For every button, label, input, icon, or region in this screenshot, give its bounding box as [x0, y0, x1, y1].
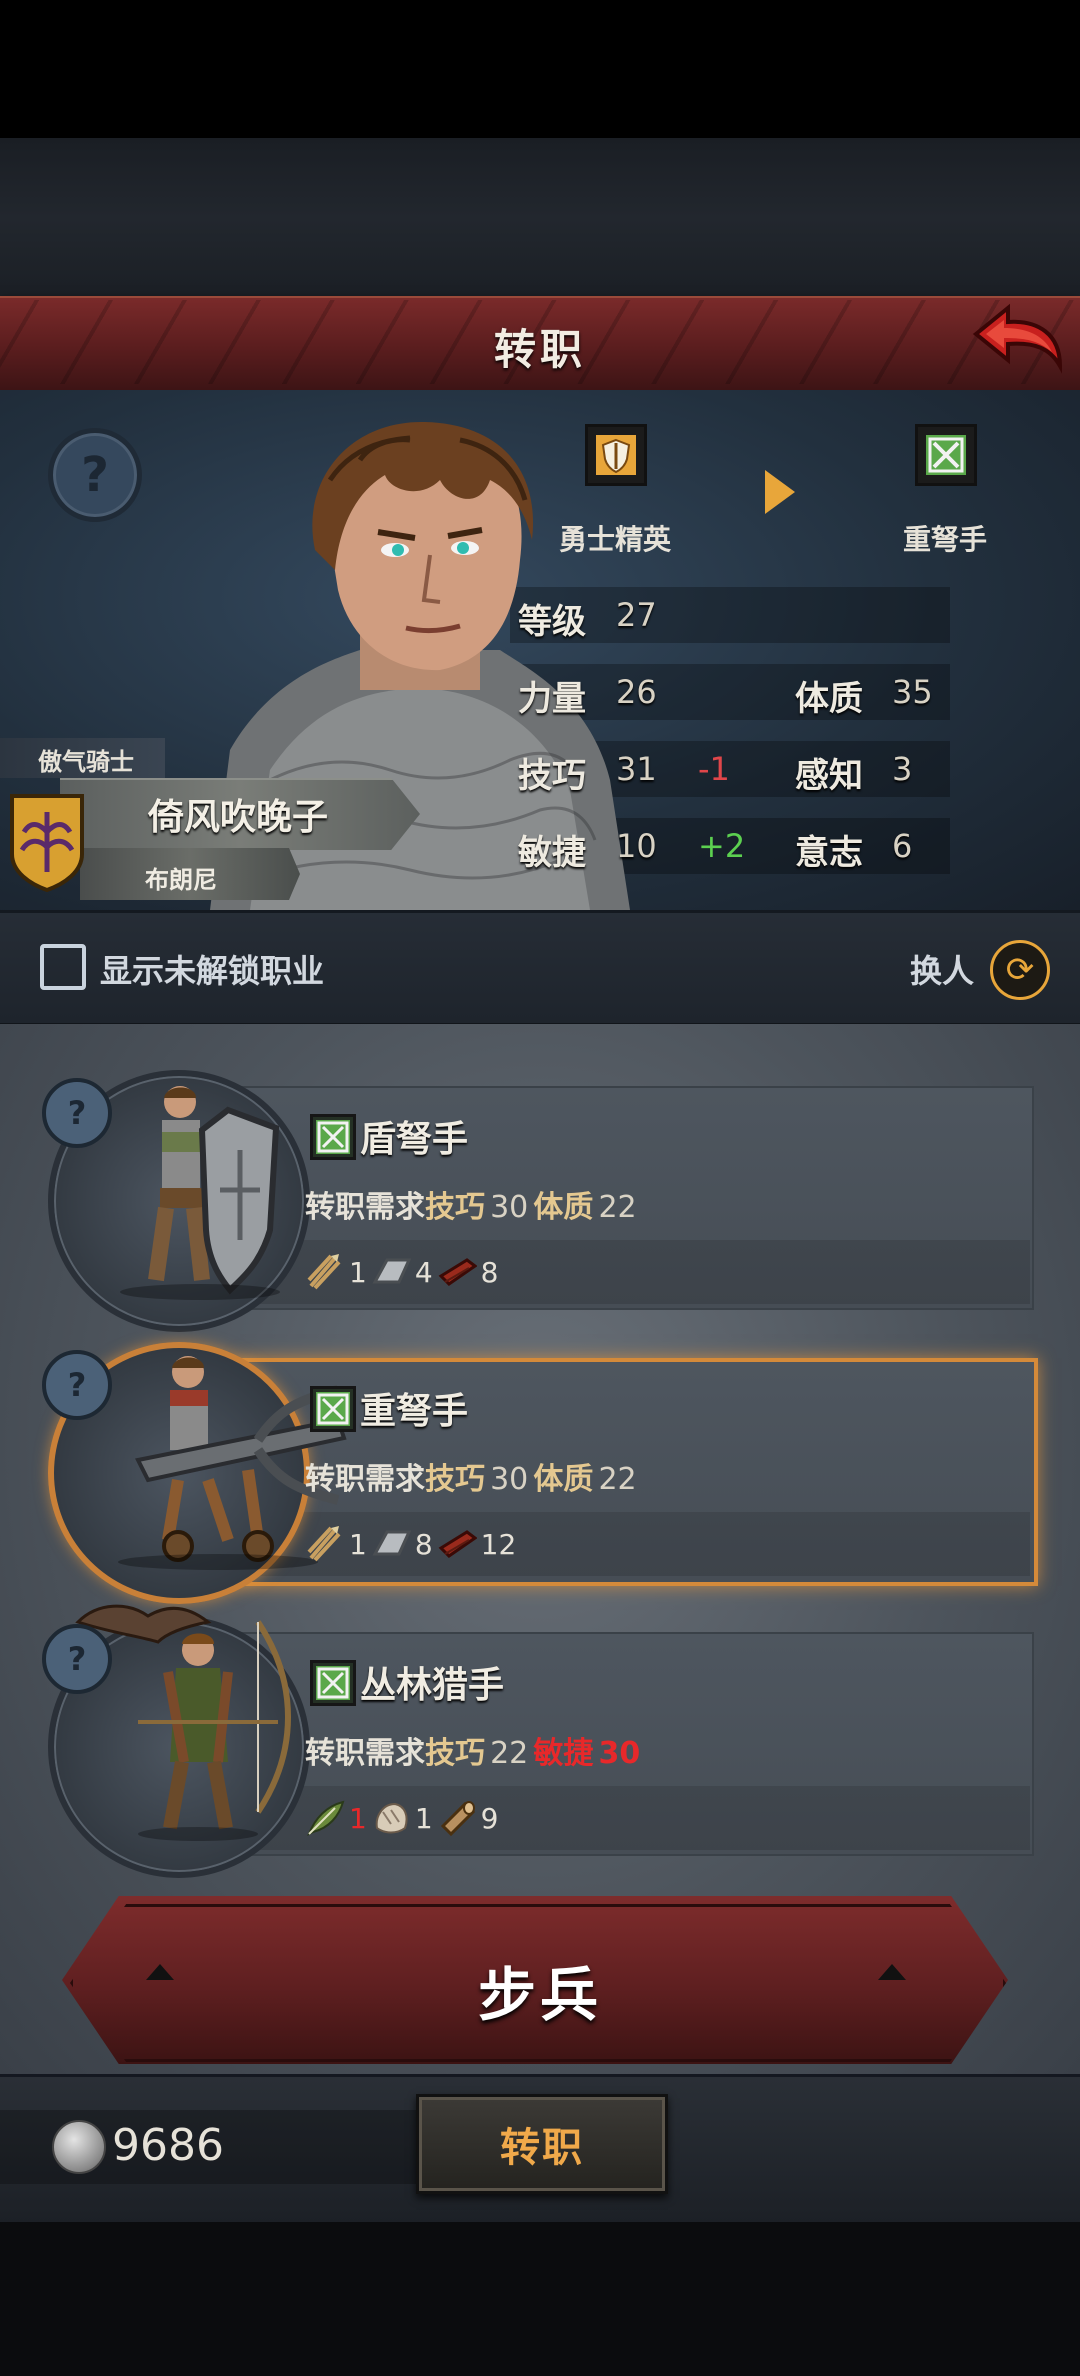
wood-plank-icon	[438, 1530, 477, 1558]
crossbow-class-icon	[310, 1660, 356, 1706]
stat-str-label: 力量	[518, 679, 586, 719]
requirement-value-unmet: 30	[598, 1736, 641, 1771]
top-band	[0, 138, 1080, 298]
stat-agi-modifier: +2	[698, 827, 746, 865]
swap-character-label[interactable]: 换人	[910, 946, 974, 992]
class-requirement: 转职需求技巧 30 体质 22	[305, 1182, 637, 1226]
navigation-bar-area	[0, 2222, 1080, 2376]
show-locked-label[interactable]: 显示未解锁职业	[100, 946, 324, 992]
material-count: 4	[414, 1255, 433, 1289]
shield-crossbowman-figure	[120, 1086, 280, 1300]
material-count: 1	[349, 1527, 367, 1561]
class-help-button[interactable]: ?	[42, 1078, 112, 1148]
stat-agi-label: 敏捷	[518, 833, 586, 873]
stat-level-label: 等级	[518, 602, 586, 642]
material-count-unmet: 1	[349, 1801, 367, 1835]
requirement-stat: 体质	[533, 1190, 594, 1225]
requirement-value: 22	[490, 1736, 529, 1771]
iron-ingot-icon	[372, 1530, 411, 1556]
class-to-icon	[915, 424, 977, 486]
class-requirement: 转职需求技巧 22 敏捷 30	[305, 1728, 640, 1772]
stat-con-label: 体质	[795, 679, 863, 719]
material-count: 9	[480, 1801, 499, 1835]
crossbow-class-icon	[310, 1386, 356, 1432]
stat-will-label: 意志	[795, 833, 863, 873]
requirement-stat: 技巧	[425, 1190, 485, 1225]
class-from-label: 勇士精英	[558, 523, 671, 556]
stat-str-value: 26	[616, 673, 657, 711]
coin-balance: 9686	[112, 2120, 224, 2171]
requirement-stat: 技巧	[425, 1736, 485, 1771]
convert-class-label: 转职	[500, 2125, 584, 2171]
iron-ingot-icon	[372, 1258, 411, 1284]
stat-con-value: 35	[892, 673, 933, 711]
material-list: 1 4 8	[305, 1252, 498, 1292]
requirement-prefix: 转职需求	[305, 1736, 425, 1771]
class-requirement: 转职需求技巧 30 体质 22	[305, 1454, 637, 1498]
character-origin: 布朗尼	[145, 866, 217, 894]
requirement-prefix: 转职需求	[305, 1190, 425, 1225]
material-count: 8	[414, 1527, 433, 1561]
show-locked-checkbox[interactable]	[40, 944, 86, 990]
class-help-button[interactable]: ?	[42, 1624, 112, 1694]
stat-agi-value: 10	[616, 827, 657, 865]
stat-skill-value: 31	[616, 750, 657, 788]
question-icon: ?	[67, 1640, 87, 1678]
requirement-value: 30	[490, 1462, 529, 1497]
class-name: 重弩手	[360, 1391, 469, 1432]
stat-will-value: 6	[892, 827, 913, 865]
status-bar-area	[0, 0, 1080, 138]
stat-skill-label: 技巧	[518, 756, 586, 796]
back-arrow-icon	[972, 303, 1063, 374]
back-button[interactable]	[968, 300, 1068, 380]
stat-level-value: 27	[616, 596, 657, 634]
material-count: 1	[414, 1801, 433, 1835]
bolts-icon	[307, 1526, 341, 1562]
stat-per-label: 感知	[795, 756, 863, 796]
class-help-button[interactable]: ?	[42, 1350, 112, 1420]
material-list: 1 8 12	[305, 1524, 516, 1564]
requirement-stat-unmet: 敏捷	[533, 1736, 594, 1771]
requirement-stat: 技巧	[425, 1462, 485, 1497]
log-icon	[440, 1801, 475, 1837]
bolts-icon	[307, 1254, 341, 1290]
requirement-value: 30	[490, 1190, 529, 1225]
class-from-icon	[585, 424, 647, 486]
help-button[interactable]: ?	[48, 428, 142, 522]
question-icon: ?	[81, 447, 109, 503]
class-name: 丛林猎手	[360, 1665, 505, 1706]
requirement-value: 22	[598, 1190, 637, 1225]
character-name[interactable]: 倚风吹晚子	[148, 788, 328, 840]
material-count: 12	[480, 1527, 517, 1561]
crossbow-class-icon	[926, 435, 966, 475]
class-name: 盾弩手	[360, 1119, 469, 1160]
wood-plank-icon	[438, 1258, 477, 1286]
stat-per-value: 3	[892, 750, 913, 788]
category-label[interactable]: 步兵	[0, 1948, 1080, 2032]
requirement-value: 22	[598, 1462, 637, 1497]
fur-icon	[375, 1802, 408, 1834]
faction-crest-icon	[10, 794, 84, 892]
page-title: 转职	[493, 325, 586, 374]
requirement-prefix: 转职需求	[305, 1462, 425, 1497]
material-count: 8	[480, 1255, 499, 1289]
requirement-stat: 体质	[533, 1462, 594, 1497]
convert-class-button[interactable]: 转职	[416, 2094, 668, 2194]
stat-skill-modifier: -1	[698, 750, 730, 788]
question-icon: ?	[67, 1094, 87, 1132]
material-count: 1	[349, 1255, 367, 1289]
swap-icon[interactable]: ⟳	[990, 940, 1050, 1000]
question-icon: ?	[67, 1366, 87, 1404]
class-to-label: 重弩手	[902, 523, 987, 556]
silver-coin-icon	[52, 2120, 106, 2174]
arrow-right-icon	[765, 470, 795, 514]
crossbow-class-icon	[310, 1114, 356, 1160]
feather-icon	[307, 1800, 345, 1837]
character-title: 傲气骑士	[38, 748, 134, 776]
material-list: 1 1 9	[305, 1798, 498, 1838]
shield-class-icon	[596, 435, 636, 475]
